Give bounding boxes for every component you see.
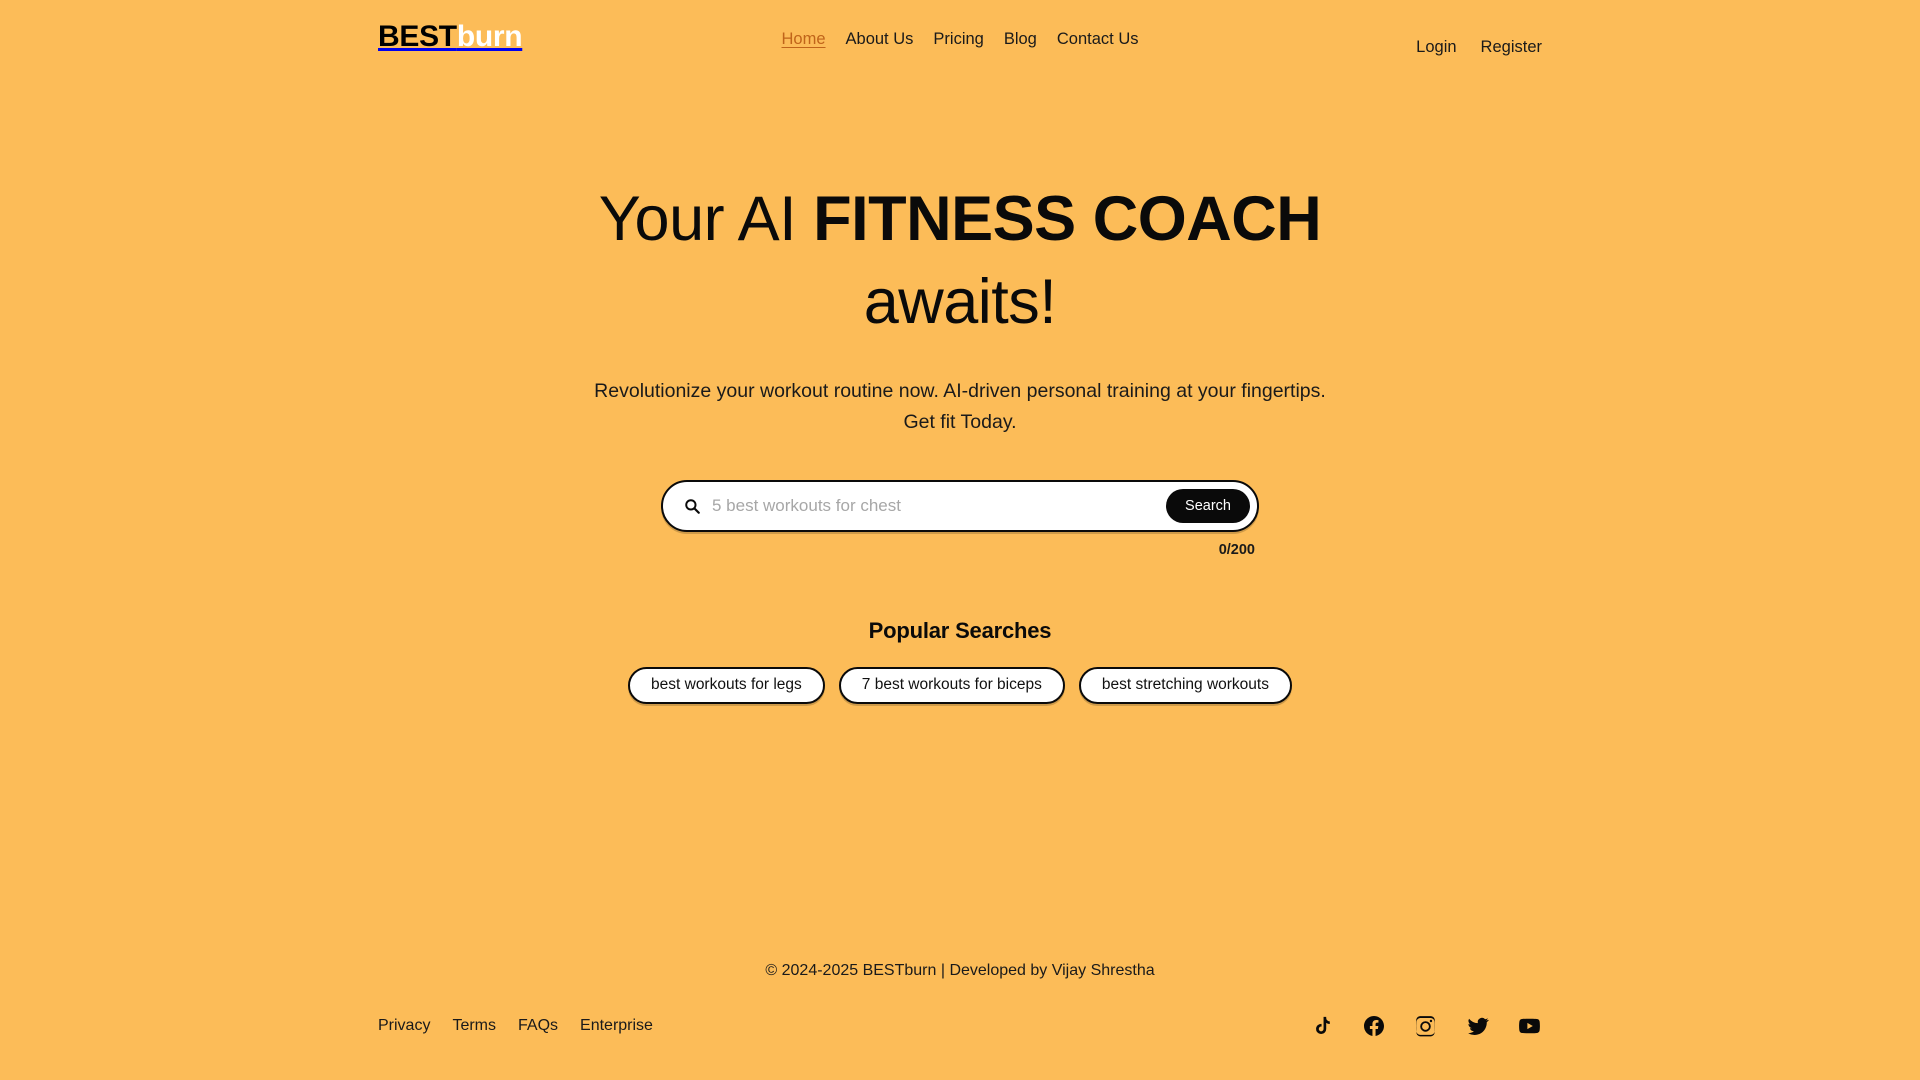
nav-item-home[interactable]: Home [782,30,826,50]
twitter-icon[interactable] [1465,1013,1490,1038]
search-block: Search 0/200 [661,479,1259,558]
hero-title-part-regular-1: Your AI [598,184,814,254]
popular-searches-list: best workouts for legs 7 best workouts f… [628,666,1292,704]
hero-section: Your AI FITNESS COACH awaits! Revolution… [0,86,1920,962]
site-header: BESTburn Home About Us Pricing Blog Cont… [0,0,1920,86]
hero-title-part-bold-2: COACH [1092,184,1322,254]
page-title: Your AI FITNESS COACH awaits! [550,178,1370,344]
hero-title-part-regular-2: awaits! [863,267,1057,338]
brand-logo-burn: burn [456,20,523,53]
search-input[interactable] [712,481,1167,530]
footer-bottom-row: Privacy Terms FAQs Enterprise [0,1013,1920,1038]
search-bar[interactable]: Search [661,479,1259,532]
instagram-icon[interactable] [1413,1013,1438,1038]
popular-searches-title: Popular Searches [868,617,1052,643]
nav-item-about-us[interactable]: About Us [846,30,914,50]
social-links [1309,1013,1542,1038]
brand-logo-best: BEST [378,20,457,53]
search-icon [683,497,701,515]
nav-item-pricing[interactable]: Pricing [933,30,983,50]
footer-link-faqs[interactable]: FAQs [518,1017,558,1035]
popular-search-chip[interactable]: 7 best workouts for biceps [838,666,1065,704]
youtube-icon[interactable] [1517,1013,1542,1038]
auth-nav: Login Register [1416,38,1542,57]
popular-search-chip[interactable]: best workouts for legs [628,666,825,704]
footer-link-terms[interactable]: Terms [452,1017,496,1035]
nav-item-contact-us[interactable]: Contact Us [1057,30,1139,50]
hero-subtitle: Revolutionize your workout routine now. … [594,380,1326,434]
character-counter: 0/200 [1218,541,1255,558]
search-button[interactable]: Search [1166,488,1250,523]
site-footer: © 2024-2025 BESTburn | Developed by Vija… [0,962,1920,1080]
popular-searches-section: Popular Searches best workouts for legs … [628,618,1292,704]
tiktok-icon[interactable] [1309,1013,1334,1038]
footer-links: Privacy Terms FAQs Enterprise [378,1017,653,1035]
hero-title-part-bold-1: FITNESS [813,184,1076,254]
login-link[interactable]: Login [1416,38,1456,57]
register-link[interactable]: Register [1481,38,1542,57]
main-nav: Home About Us Pricing Blog Contact Us [782,30,1139,50]
popular-search-chip[interactable]: best stretching workouts [1078,666,1292,704]
page-root: BESTburn Home About Us Pricing Blog Cont… [0,0,1920,1080]
nav-item-blog[interactable]: Blog [1004,30,1037,50]
brand-logo[interactable]: BESTburn [378,20,523,53]
footer-link-privacy[interactable]: Privacy [378,1017,430,1035]
facebook-icon[interactable] [1361,1013,1386,1038]
footer-copyright: © 2024-2025 BESTburn | Developed by Vija… [765,962,1155,979]
footer-link-enterprise[interactable]: Enterprise [580,1017,653,1035]
